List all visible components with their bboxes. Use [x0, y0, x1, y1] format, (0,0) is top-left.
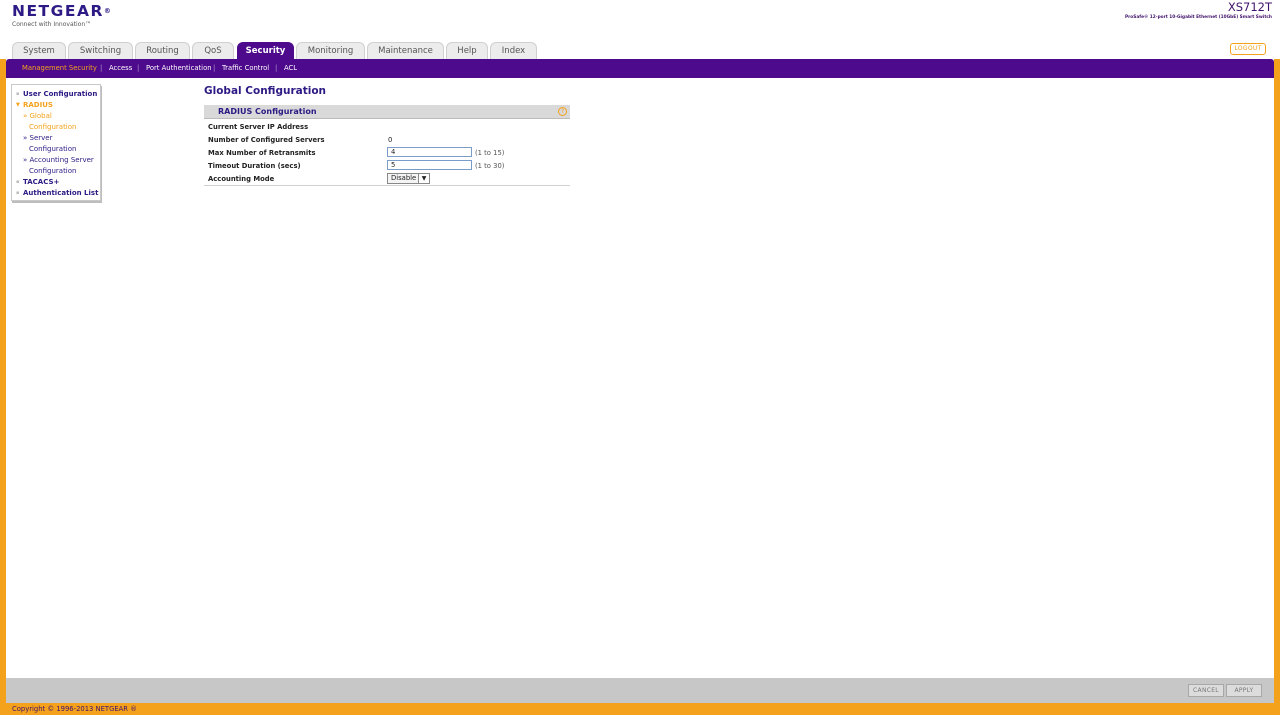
subnav-access[interactable]: Access [109, 59, 132, 78]
apply-button[interactable]: APPLY [1226, 684, 1262, 697]
brand-tagline: Connect with Innovation™ [12, 21, 92, 28]
sidebar-item-server-configuration-line2[interactable]: Configuration [29, 144, 76, 155]
tab-monitoring[interactable]: Monitoring [296, 42, 365, 59]
sidebar-item-radius[interactable]: RADIUS [23, 100, 53, 111]
sidebar-item-accounting-server-line2[interactable]: Configuration [29, 166, 76, 177]
sidebar: ▪ User Configuration ▼ RADIUS » Global C… [11, 84, 101, 201]
subnav-separator: | [275, 64, 278, 72]
panel-divider [204, 185, 570, 186]
timeout-duration-input[interactable]: 5 [387, 160, 472, 170]
accounting-mode-value: Disable [391, 174, 417, 182]
subnav-traffic-control[interactable]: Traffic Control [222, 59, 269, 78]
sub-navigation: Management Security | Access | Port Auth… [6, 59, 1274, 78]
bullet-icon: ▪ [16, 91, 20, 97]
sidebar-item-user-configuration[interactable]: User Configuration [23, 89, 97, 100]
tab-switching[interactable]: Switching [68, 42, 133, 59]
copyright-text: Copyright © 1996-2013 NETGEAR ® [12, 705, 137, 713]
max-retransmits-input[interactable]: 4 [387, 147, 472, 157]
tab-index[interactable]: Index [490, 42, 537, 59]
panel-header: RADIUS Configuration ? [204, 105, 570, 119]
panel-title: RADIUS Configuration [218, 107, 317, 116]
label-max-retransmits: Max Number of Retransmits [208, 149, 316, 157]
frame-right-border [1274, 59, 1280, 715]
accounting-mode-select[interactable]: Disable ▼ [387, 173, 430, 184]
label-configured-servers: Number of Configured Servers [208, 136, 325, 144]
sidebar-item-server-configuration[interactable]: » Server [23, 133, 52, 144]
logout-button[interactable]: LOGOUT [1230, 43, 1266, 55]
sidebar-item-authentication-list[interactable]: Authentication List [23, 188, 98, 199]
value-configured-servers: 0 [388, 136, 393, 144]
bullet-icon: ▪ [16, 179, 20, 185]
model-description: ProSafe® 12-port 10-Gigabit Ethernet (10… [1125, 15, 1272, 20]
frame-left-border [0, 59, 6, 715]
sidebar-item-global-configuration[interactable]: » Global [23, 111, 52, 122]
netgear-logo: NETGEAR® Connect with Innovation™ [12, 2, 113, 29]
tab-maintenance[interactable]: Maintenance [367, 42, 444, 59]
brand-name: NETGEAR® [12, 2, 113, 20]
footer-strip [0, 703, 1280, 715]
sidebar-item-accounting-server[interactable]: » Accounting Server [23, 155, 94, 166]
tab-routing[interactable]: Routing [135, 42, 190, 59]
subnav-port-authentication[interactable]: Port Authentication [146, 59, 212, 78]
page-title: Global Configuration [204, 85, 327, 97]
cancel-button[interactable]: CANCEL [1188, 684, 1224, 697]
tab-security[interactable]: Security [237, 42, 294, 60]
subnav-acl[interactable]: ACL [284, 59, 297, 78]
hint-max-retransmits: (1 to 15) [475, 149, 505, 157]
label-current-server-ip: Current Server IP Address [208, 123, 309, 131]
sidebar-item-global-configuration-line2[interactable]: Configuration [29, 122, 76, 133]
label-accounting-mode: Accounting Mode [208, 175, 275, 183]
subnav-separator: | [137, 64, 140, 72]
hint-timeout-duration: (1 to 30) [475, 162, 505, 170]
subnav-separator: | [213, 64, 216, 72]
sidebar-item-tacacs[interactable]: TACACS+ [23, 177, 59, 188]
model-name: XS712T [1227, 0, 1272, 14]
label-timeout-duration: Timeout Duration (secs) [208, 162, 301, 170]
expand-arrow-icon: ▼ [16, 102, 20, 108]
chevron-down-icon[interactable]: ▼ [418, 174, 429, 183]
subnav-separator: | [100, 64, 103, 72]
subnav-management-security[interactable]: Management Security [22, 59, 97, 78]
bullet-icon: ▪ [16, 190, 20, 196]
tab-system[interactable]: System [12, 42, 66, 59]
help-icon[interactable]: ? [558, 107, 567, 116]
footer-action-bar [6, 678, 1274, 703]
tab-help[interactable]: Help [446, 42, 488, 59]
header: NETGEAR® Connect with Innovation™ XS712T… [0, 0, 1280, 60]
tab-qos[interactable]: QoS [192, 42, 234, 59]
